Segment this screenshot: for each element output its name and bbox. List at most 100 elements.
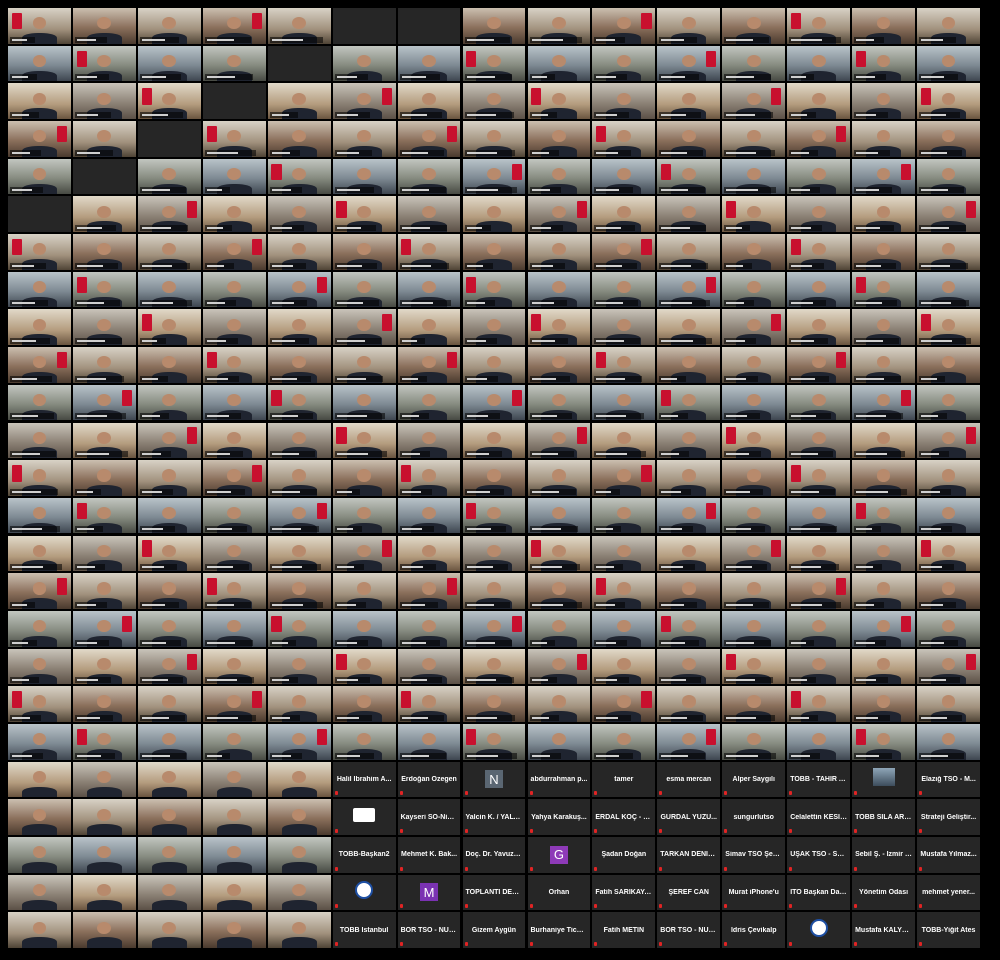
participant-video[interactable] — [722, 83, 786, 120]
participant-video[interactable] — [657, 460, 721, 496]
participant-video[interactable] — [72, 761, 136, 798]
participant-tile[interactable]: UŞAK TSO - Sell... — [787, 837, 851, 873]
participant-video[interactable] — [787, 610, 851, 647]
participant-tile[interactable]: Fatih METİN — [592, 912, 656, 948]
participant-video[interactable] — [332, 723, 396, 760]
participant-video[interactable] — [917, 234, 980, 270]
participant-video[interactable] — [72, 686, 136, 722]
participant-video[interactable] — [852, 460, 915, 496]
participant-tile[interactable] — [787, 912, 851, 948]
participant-video[interactable] — [527, 573, 591, 609]
participant-video[interactable] — [397, 686, 461, 722]
participant-video[interactable] — [137, 234, 201, 270]
participant-video[interactable] — [722, 384, 786, 421]
participant-tile-camera-off[interactable] — [8, 196, 71, 233]
participant-video[interactable] — [8, 422, 71, 459]
participant-video[interactable] — [267, 347, 331, 383]
participant-video[interactable] — [592, 384, 656, 421]
participant-video[interactable] — [852, 158, 915, 195]
participant-tile[interactable]: TOBB-Başkan2 — [332, 837, 396, 873]
participant-video[interactable] — [722, 196, 786, 233]
participant-video[interactable] — [397, 347, 461, 383]
participant-video[interactable] — [657, 121, 721, 157]
participant-video[interactable] — [722, 422, 786, 459]
participant-video[interactable] — [397, 422, 461, 459]
participant-tile[interactable]: ŞEREF CAN — [657, 874, 721, 911]
participant-video[interactable] — [592, 83, 656, 120]
participant-video[interactable] — [8, 761, 71, 798]
participant-video[interactable] — [397, 610, 461, 647]
participant-video[interactable] — [332, 271, 396, 308]
participant-video[interactable] — [72, 121, 136, 157]
participant-tile[interactable]: Mustafa Yılmaz... — [917, 837, 980, 873]
participant-video[interactable] — [462, 234, 526, 270]
participant-video[interactable] — [592, 422, 656, 459]
participant-video[interactable] — [787, 83, 851, 120]
participant-video[interactable] — [267, 8, 331, 44]
participant-tile[interactable]: abdurrahman p... — [527, 761, 591, 798]
participant-video[interactable] — [657, 422, 721, 459]
participant-video[interactable] — [332, 121, 396, 157]
participant-video[interactable] — [462, 648, 526, 685]
participant-video[interactable] — [462, 271, 526, 308]
participant-video[interactable] — [462, 121, 526, 157]
participant-video[interactable] — [852, 271, 915, 308]
participant-video[interactable] — [657, 648, 721, 685]
participant-video[interactable] — [397, 196, 461, 233]
participant-video[interactable] — [592, 45, 656, 82]
participant-video[interactable] — [722, 648, 786, 685]
participant-video[interactable] — [592, 158, 656, 195]
participant-video[interactable] — [787, 347, 851, 383]
participant-tile-camera-off[interactable] — [202, 83, 266, 120]
participant-video[interactable] — [72, 573, 136, 609]
participant-tile[interactable]: Fatih SARIKAYA... — [592, 874, 656, 911]
participant-video[interactable] — [527, 309, 591, 346]
participant-video[interactable] — [397, 158, 461, 195]
participant-video[interactable] — [267, 761, 331, 798]
participant-tile[interactable]: Yönetim Odası — [852, 874, 915, 911]
participant-video[interactable] — [722, 460, 786, 496]
participant-video[interactable] — [592, 309, 656, 346]
participant-video[interactable] — [202, 196, 266, 233]
participant-video[interactable] — [592, 8, 656, 44]
participant-video[interactable] — [332, 83, 396, 120]
participant-video[interactable] — [8, 610, 71, 647]
participant-video[interactable] — [137, 497, 201, 534]
participant-video[interactable] — [137, 8, 201, 44]
participant-video[interactable] — [72, 648, 136, 685]
participant-tile[interactable]: TARKAN DENİZ... — [657, 837, 721, 873]
participant-video[interactable] — [657, 196, 721, 233]
participant-video[interactable] — [657, 497, 721, 534]
participant-video[interactable] — [917, 196, 980, 233]
participant-video[interactable] — [592, 648, 656, 685]
participant-video[interactable] — [657, 384, 721, 421]
participant-tile-camera-off[interactable] — [332, 8, 396, 44]
participant-video[interactable] — [722, 271, 786, 308]
participant-tile[interactable]: Orhan — [527, 874, 591, 911]
participant-video[interactable] — [397, 384, 461, 421]
participant-video[interactable] — [592, 234, 656, 270]
participant-video[interactable] — [72, 837, 136, 873]
participant-video[interactable] — [267, 837, 331, 873]
participant-video[interactable] — [657, 158, 721, 195]
participant-video[interactable] — [202, 234, 266, 270]
participant-video[interactable] — [462, 384, 526, 421]
participant-video[interactable] — [917, 309, 980, 346]
participant-video[interactable] — [137, 686, 201, 722]
participant-tile[interactable] — [332, 874, 396, 911]
participant-video[interactable] — [202, 874, 266, 911]
participant-video[interactable] — [462, 573, 526, 609]
participant-video[interactable] — [917, 573, 980, 609]
participant-video[interactable] — [202, 610, 266, 647]
participant-video[interactable] — [657, 271, 721, 308]
participant-video[interactable] — [8, 460, 71, 496]
participant-video[interactable] — [917, 384, 980, 421]
participant-video[interactable] — [267, 535, 331, 572]
participant-video[interactable] — [332, 309, 396, 346]
participant-video[interactable] — [137, 422, 201, 459]
participant-video[interactable] — [917, 83, 980, 120]
participant-video[interactable] — [137, 535, 201, 572]
participant-video[interactable] — [917, 121, 980, 157]
participant-video[interactable] — [397, 83, 461, 120]
participant-video[interactable] — [657, 234, 721, 270]
